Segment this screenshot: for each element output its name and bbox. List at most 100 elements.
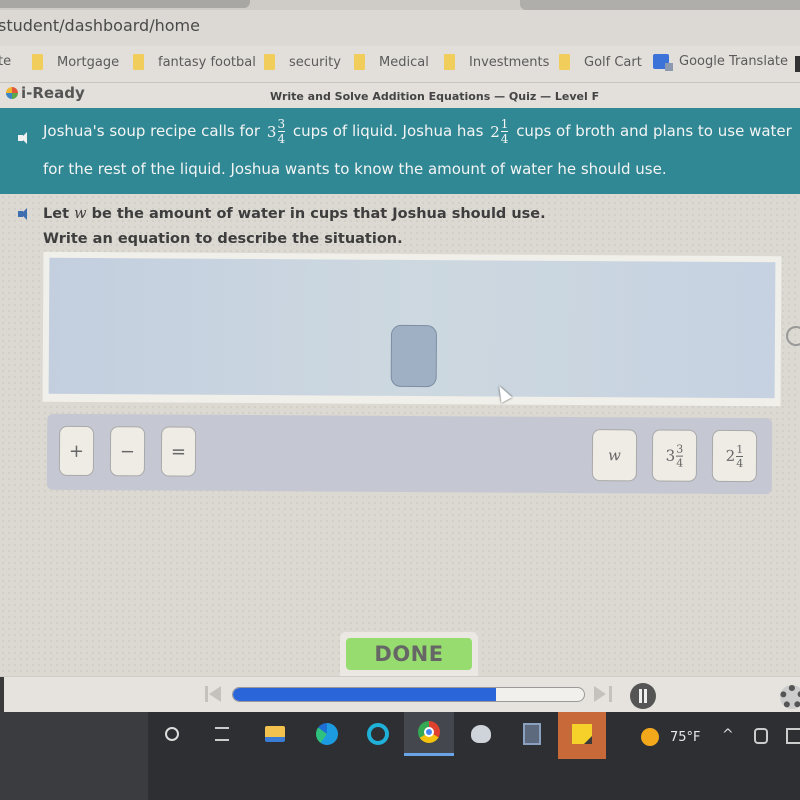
cortana-icon (165, 727, 179, 741)
folder-icon (264, 54, 275, 70)
whole-part: 2 (725, 446, 736, 465)
pause-icon[interactable] (630, 683, 656, 709)
equals-tile[interactable]: = (160, 426, 197, 477)
numerator: 1 (736, 442, 744, 456)
alexa-button[interactable] (364, 720, 392, 748)
variable-w-tile[interactable]: w (591, 429, 638, 482)
bookmark-item[interactable]: security (264, 54, 341, 70)
prompt-line-2: Write an equation to describe the situat… (43, 231, 403, 247)
question-text: cups of broth and plans to use water (516, 122, 792, 140)
minus-tile[interactable]: − (109, 426, 146, 477)
sticky-notes-button[interactable] (558, 712, 606, 759)
browser-tab[interactable] (0, 0, 250, 8)
cortana-button[interactable] (158, 720, 186, 748)
lesson-progress-bar (232, 687, 585, 702)
task-view-button[interactable] (208, 720, 236, 748)
taskbar-search-area[interactable] (0, 712, 148, 800)
folder-icon (559, 54, 570, 70)
gear-icon[interactable] (780, 685, 800, 709)
question-text: Joshua's soup recipe calls for (43, 122, 261, 140)
progress-fill (233, 688, 497, 701)
snipping-tool-button[interactable] (467, 720, 495, 748)
weather-sun-icon[interactable] (641, 728, 659, 746)
value-tile-2-1-4[interactable]: 2 14 (711, 429, 758, 483)
task-view-icon (215, 727, 229, 741)
edge-icon (316, 723, 338, 745)
weather-temperature[interactable]: 75°F (670, 730, 701, 745)
chrome-button[interactable] (404, 712, 454, 756)
done-button[interactable]: DONE (346, 638, 472, 670)
bookmark-item[interactable]: Investments (444, 54, 549, 70)
speaker-icon[interactable] (18, 132, 32, 144)
bookmark-label: Mortgage (57, 54, 120, 70)
previous-icon[interactable] (205, 686, 223, 702)
folder-icon (444, 54, 455, 70)
denominator: 4 (277, 132, 286, 146)
work-area: Let w be the amount of water in cups tha… (0, 194, 800, 684)
browser-tab[interactable] (520, 0, 800, 10)
next-icon[interactable] (594, 686, 612, 702)
numerator: 3 (676, 442, 684, 456)
mixed-number-broth: 2 14 (490, 118, 508, 145)
side-circle-icon[interactable] (786, 326, 800, 346)
google-translate-icon (653, 54, 673, 71)
bookmark-item[interactable]: Mortgage (32, 54, 119, 70)
denominator: 4 (676, 456, 684, 470)
folder-icon (354, 54, 365, 70)
bookmarks-bar: te Mortgage fantasy footbal security Med… (0, 46, 800, 82)
bookmark-item[interactable]: fantasy footbal (133, 54, 256, 70)
question-text: cups of liquid. Joshua has (292, 122, 484, 140)
bookmark-item[interactable]: Google Translate (653, 54, 789, 71)
prompt-line-1: Let w be the amount of water in cups tha… (43, 206, 546, 222)
bookmark-label: Google Translate (679, 54, 789, 69)
fraction: 14 (501, 118, 509, 145)
mixed-number-recipe: 3 34 (267, 118, 285, 145)
whole-part: 3 (665, 446, 676, 465)
bookmark-label: security (289, 54, 341, 70)
meet-now-icon[interactable] (754, 728, 768, 744)
file-explorer-button[interactable] (261, 720, 289, 748)
equation-drop-zone[interactable] (48, 257, 776, 399)
bookmark-label: Medical (379, 54, 429, 70)
speaker-icon[interactable] (18, 208, 32, 220)
url-text[interactable]: student/dashboard/home (0, 16, 200, 35)
bookmark-label: Golf Cart (584, 54, 642, 70)
value-tile-3-3-4[interactable]: 3 34 (651, 429, 698, 482)
whole-part: 3 (266, 122, 277, 141)
folder-icon (265, 726, 285, 742)
snipping-tool-icon (471, 725, 491, 743)
done-container: DONE (340, 632, 478, 682)
folder-icon (32, 54, 43, 70)
empty-tile-slot[interactable] (390, 324, 438, 388)
bookmark-item[interactable]: Golf Cart (559, 54, 642, 70)
fraction: 34 (676, 442, 684, 470)
chevron-up-icon[interactable]: ^ (722, 727, 734, 743)
address-bar[interactable]: student/dashboard/home (0, 10, 800, 46)
iready-logo-icon (6, 87, 18, 99)
iready-logo[interactable]: i-Ready (6, 84, 85, 102)
fraction: 34 (277, 118, 285, 145)
plus-tile[interactable]: + (58, 425, 95, 477)
prompt-text: Let (43, 206, 70, 222)
denominator: 4 (500, 132, 509, 146)
edge-button[interactable] (313, 720, 341, 748)
bookmark-label: te (0, 54, 12, 69)
calculator-button[interactable] (518, 720, 546, 748)
question-line-2: for the rest of the liquid. Joshua wants… (43, 160, 667, 178)
network-icon[interactable] (786, 728, 800, 744)
numerator: 3 (277, 117, 286, 131)
quiz-title: Write and Solve Addition Equations — Qui… (270, 90, 600, 103)
browser-tab-strip (0, 0, 800, 10)
windows-taskbar: 75°F ^ (0, 712, 800, 800)
logo-text: i-Ready (21, 84, 85, 102)
whole-part: 2 (490, 122, 500, 141)
sticky-notes-icon (572, 724, 592, 744)
denominator: 4 (736, 456, 744, 470)
equation-answer-area (42, 251, 782, 407)
calculator-icon (523, 723, 541, 745)
tile-tray: + − = w 3 34 2 14 (46, 413, 773, 495)
bookmark-item[interactable]: te (0, 54, 11, 69)
folder-icon (133, 54, 144, 70)
bookmark-item[interactable]: Medical (354, 54, 429, 70)
bookmarks-overflow[interactable] (795, 56, 800, 72)
